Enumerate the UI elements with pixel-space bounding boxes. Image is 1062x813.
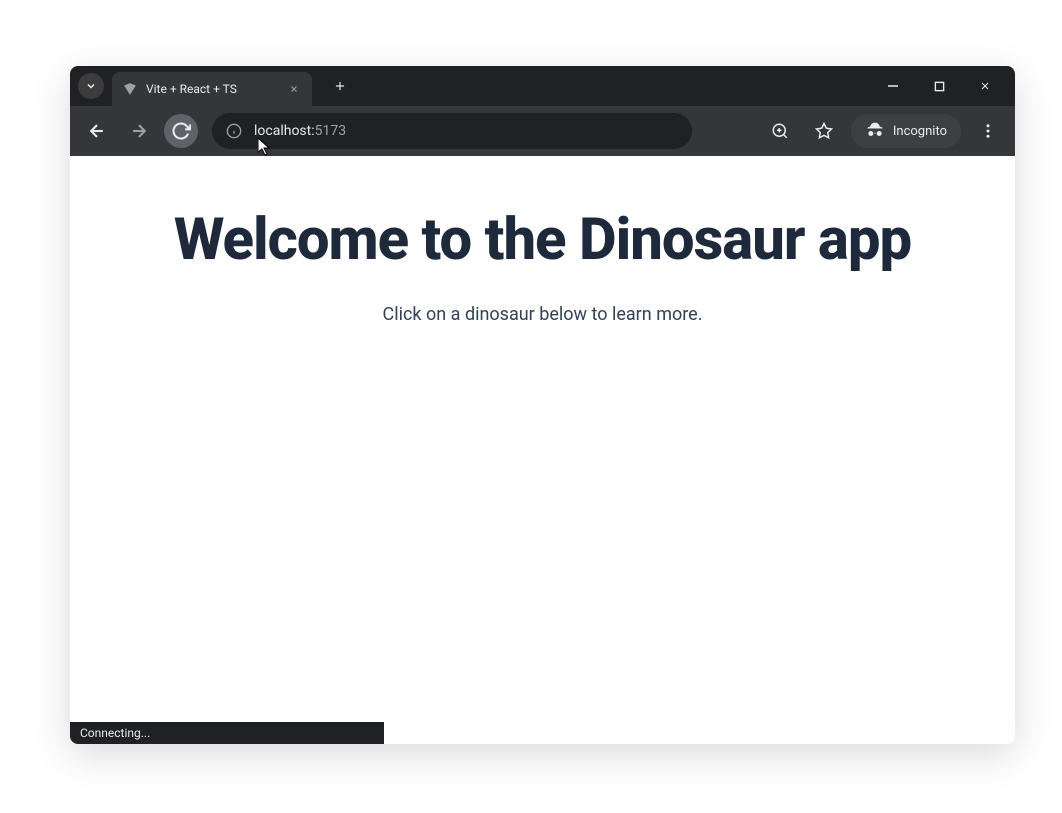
- window-controls: [879, 72, 1007, 100]
- close-icon: [979, 80, 991, 92]
- page-heading: Welcome to the Dinosaur app: [90, 206, 995, 274]
- kebab-menu-icon: [979, 122, 997, 140]
- star-icon: [815, 122, 833, 140]
- close-window-button[interactable]: [971, 72, 999, 100]
- tab-bar: Vite + React + TS: [70, 66, 1015, 106]
- info-icon: [226, 123, 242, 139]
- tab-title: Vite + React + TS: [146, 82, 278, 96]
- toolbar: localhost:5173 Incognito: [70, 106, 1015, 156]
- tab-close-button[interactable]: [286, 81, 302, 97]
- incognito-badge[interactable]: Incognito: [851, 114, 961, 148]
- site-info-button[interactable]: [226, 123, 242, 139]
- page-subtitle: Click on a dinosaur below to learn more.: [90, 304, 995, 325]
- incognito-label: Incognito: [893, 124, 947, 139]
- plus-icon: [333, 79, 347, 93]
- zoom-button[interactable]: [763, 114, 797, 148]
- maximize-button[interactable]: [925, 72, 953, 100]
- back-button[interactable]: [80, 114, 114, 148]
- url-text: localhost:5173: [254, 123, 678, 139]
- arrow-right-icon: [129, 121, 149, 141]
- new-tab-button[interactable]: [326, 72, 354, 100]
- arrow-left-icon: [87, 121, 107, 141]
- menu-button[interactable]: [971, 114, 1005, 148]
- reload-button[interactable]: [164, 114, 198, 148]
- content-area: Welcome to the Dinosaur app Click on a d…: [70, 156, 1015, 744]
- close-icon: [289, 84, 299, 94]
- toolbar-right: Incognito: [763, 114, 1005, 148]
- browser-tab[interactable]: Vite + React + TS: [112, 72, 312, 106]
- address-bar[interactable]: localhost:5173: [212, 113, 692, 149]
- url-port: 5173: [315, 123, 346, 139]
- minimize-icon: [887, 80, 899, 92]
- minimize-button[interactable]: [879, 72, 907, 100]
- status-text: Connecting...: [80, 726, 150, 740]
- browser-window: Vite + React + TS: [70, 66, 1015, 744]
- status-bar: Connecting...: [70, 722, 384, 744]
- page-content: Welcome to the Dinosaur app Click on a d…: [70, 156, 1015, 375]
- reload-icon: [171, 121, 191, 141]
- bookmark-button[interactable]: [807, 114, 841, 148]
- incognito-icon: [865, 121, 885, 141]
- forward-button[interactable]: [122, 114, 156, 148]
- chevron-down-icon: [85, 80, 97, 92]
- tab-search-dropdown[interactable]: [78, 73, 104, 99]
- zoom-icon: [771, 122, 789, 140]
- url-host: localhost:: [254, 123, 315, 139]
- vite-favicon: [122, 81, 138, 97]
- maximize-icon: [934, 81, 945, 92]
